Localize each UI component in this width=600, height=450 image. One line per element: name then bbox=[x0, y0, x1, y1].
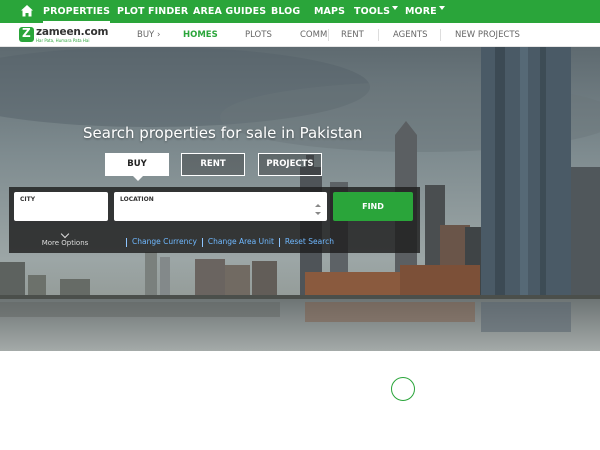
subnav-divider bbox=[378, 29, 379, 41]
chevron-down-icon bbox=[392, 6, 399, 10]
more-options-toggle[interactable]: More Options bbox=[31, 229, 99, 247]
find-button[interactable]: FIND bbox=[333, 192, 413, 221]
nav-properties[interactable]: PROPERTIES bbox=[43, 0, 111, 23]
link-divider bbox=[126, 237, 127, 247]
nav-blog[interactable]: BLOG bbox=[271, 0, 300, 23]
nav-plot-finder[interactable]: PLOT FINDER bbox=[117, 0, 188, 23]
hero-title: Search properties for sale in Pakistan bbox=[83, 124, 363, 142]
zameen-logo[interactable]: zameen.com Har Pata, Humara Pata Hai bbox=[19, 26, 109, 46]
chevron-right-icon: › bbox=[156, 30, 161, 40]
nav-area-guides[interactable]: AREA GUIDES bbox=[193, 0, 266, 23]
reset-search-link[interactable]: Reset Search bbox=[285, 237, 334, 246]
location-label: LOCATION bbox=[120, 196, 154, 203]
search-option-links: Change Currency Change Area Unit Reset Sea… bbox=[121, 237, 334, 247]
link-divider bbox=[201, 237, 203, 247]
sub-navigation: zameen.com Har Pata, Humara Pata Hai BUY… bbox=[0, 23, 600, 47]
location-spinner-icon[interactable] bbox=[315, 204, 321, 218]
subnav-divider bbox=[328, 29, 329, 41]
subnav-rent[interactable]: RENT bbox=[341, 23, 364, 47]
loading-spinner-icon bbox=[391, 377, 415, 401]
city-field[interactable]: CITY bbox=[14, 192, 108, 221]
change-area-unit-link[interactable]: Change Area Unit bbox=[208, 237, 274, 246]
logo-icon bbox=[19, 26, 34, 42]
subnav-buy[interactable]: BUY › bbox=[137, 23, 160, 47]
tab-projects[interactable]: PROJECTS bbox=[258, 153, 322, 176]
nav-maps[interactable]: MAPS bbox=[314, 0, 345, 23]
top-navigation: PROPERTIES PLOT FINDER AREA GUIDES BLOG … bbox=[0, 0, 600, 23]
search-panel: CITY LOCATION FIND More Options Change C… bbox=[9, 187, 420, 253]
location-field[interactable]: LOCATION bbox=[114, 192, 327, 221]
link-divider bbox=[278, 237, 280, 247]
subnav-buy-label: BUY bbox=[137, 30, 155, 40]
subnav-divider bbox=[440, 29, 441, 41]
subnav-new-projects[interactable]: NEW PROJECTS bbox=[455, 23, 520, 47]
tab-rent[interactable]: RENT bbox=[181, 153, 245, 176]
active-tab-pointer bbox=[133, 176, 143, 181]
logo-tagline: Har Pata, Humara Pata Hai bbox=[36, 38, 90, 43]
chevron-down-icon bbox=[438, 6, 445, 10]
nav-more-label: MORE bbox=[405, 6, 437, 17]
nav-more[interactable]: MORE bbox=[405, 0, 445, 23]
subnav-agents[interactable]: AGENTS bbox=[393, 23, 428, 47]
change-currency-link[interactable]: Change Currency bbox=[132, 237, 197, 246]
logo-name: zameen.com bbox=[36, 26, 109, 38]
hero-banner: Search properties for sale in Pakistan B… bbox=[0, 47, 600, 351]
subnav-commercial[interactable]: COMM bbox=[300, 23, 327, 47]
chevron-down-icon bbox=[60, 229, 70, 239]
home-icon[interactable] bbox=[20, 4, 34, 18]
nav-tools[interactable]: TOOLS bbox=[354, 0, 399, 23]
tab-buy[interactable]: BUY bbox=[105, 153, 169, 176]
nav-tools-label: TOOLS bbox=[354, 6, 391, 17]
subnav-plots[interactable]: PLOTS bbox=[245, 23, 272, 47]
subnav-homes[interactable]: HOMES bbox=[183, 23, 218, 47]
more-options-label: More Options bbox=[41, 239, 89, 247]
city-label: CITY bbox=[20, 196, 36, 203]
